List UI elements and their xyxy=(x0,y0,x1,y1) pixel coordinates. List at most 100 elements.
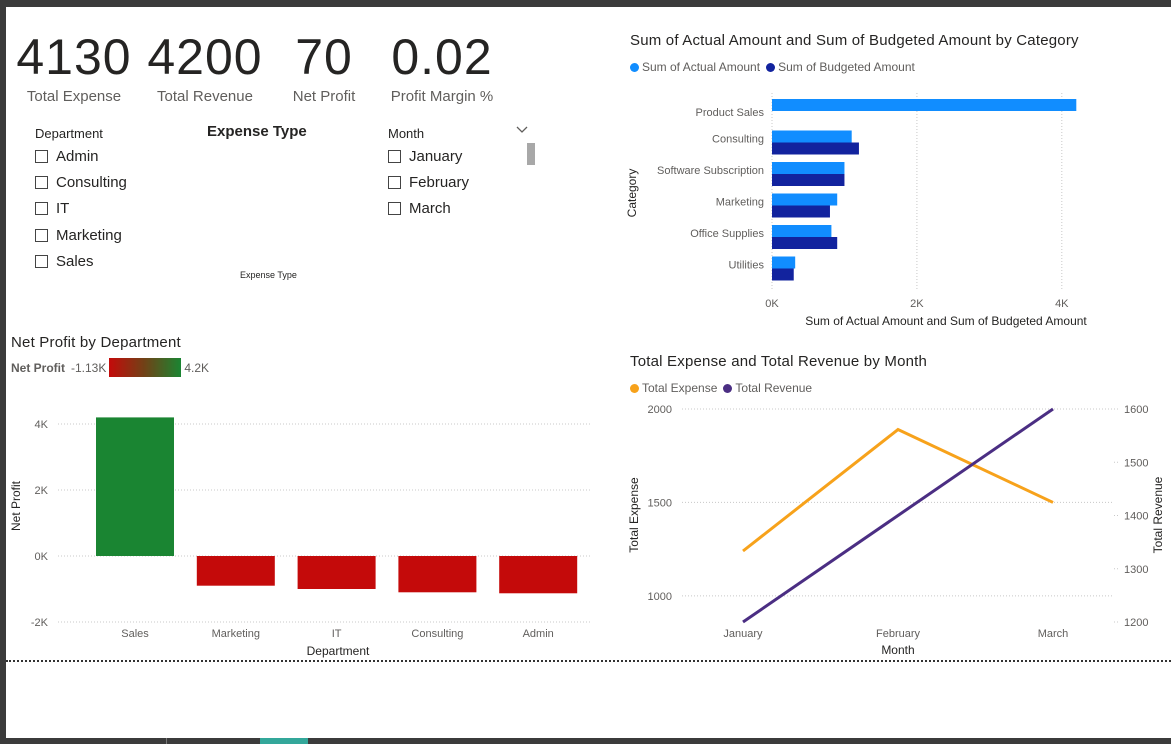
bar-net-profit xyxy=(499,556,578,594)
kpi-label: Profit Margin % xyxy=(390,88,494,105)
department-option-sales[interactable]: Sales xyxy=(35,253,94,270)
right-tick-label: 1600 xyxy=(1124,404,1148,416)
checkbox[interactable] xyxy=(35,255,48,268)
x-tick-label: 2K xyxy=(910,298,924,310)
legend-item-expense[interactable]: Total Expense xyxy=(630,381,717,395)
bar-budgeted xyxy=(772,268,794,281)
right-tick-label: 1200 xyxy=(1124,617,1148,629)
month-option-march[interactable]: March xyxy=(388,200,451,217)
bar-budgeted xyxy=(772,237,838,249)
kpi-total-expense[interactable]: 4130 Total Expense xyxy=(14,30,134,105)
kpi-value: 70 xyxy=(295,29,353,85)
month-label: March xyxy=(1038,628,1069,640)
department-label: Consulting xyxy=(411,628,463,640)
right-tick-label: 1300 xyxy=(1124,564,1148,576)
checkbox[interactable] xyxy=(35,176,48,189)
month-chart-xlabel: Month xyxy=(881,643,914,657)
month-line-chart: January February March 2000 1500 1000 1600 15… xyxy=(627,404,1165,657)
month-slicer-title: Month xyxy=(388,126,425,141)
window-bottom-border xyxy=(0,738,1171,744)
y-tick-label: 4K xyxy=(35,419,49,431)
bar-actual xyxy=(772,99,1077,111)
bar-net-profit xyxy=(96,417,174,556)
checkbox[interactable] xyxy=(35,150,48,163)
checkbox[interactable] xyxy=(388,176,401,189)
bar-actual xyxy=(772,130,852,143)
kpi-value: 4200 xyxy=(147,29,263,85)
expense-type-caption: Expense Type xyxy=(240,270,297,280)
option-label: January xyxy=(409,148,463,165)
department-option-admin[interactable]: Admin xyxy=(35,148,99,165)
checkbox[interactable] xyxy=(388,150,401,163)
kpi-profit-margin[interactable]: 0.02 Profit Margin % xyxy=(382,30,502,105)
kpi-label: Total Expense xyxy=(26,88,122,105)
x-tick-label: 4K xyxy=(1055,298,1069,310)
category-label: Office Supplies xyxy=(690,228,764,240)
category-chart-title: Sum of Actual Amount and Sum of Budgeted… xyxy=(630,32,1079,49)
bar-net-profit xyxy=(398,556,477,593)
checkbox[interactable] xyxy=(35,202,48,215)
gradient-legend-max: 4.2K xyxy=(184,360,210,375)
left-tick-label: 1500 xyxy=(648,497,672,509)
department-label: Sales xyxy=(121,628,149,640)
active-page-tab-indicator[interactable] xyxy=(260,738,308,744)
legend-label: Sum of Actual Amount xyxy=(642,60,761,74)
legend-item-revenue[interactable]: Total Revenue xyxy=(723,381,812,395)
y-tick-label: -2K xyxy=(31,617,49,629)
department-label: Marketing xyxy=(212,628,260,640)
kpi-value: 4130 xyxy=(16,29,132,85)
net-profit-bar-chart: Sales Marketing IT Consulting Admin 4K 2K 0K -2… xyxy=(9,417,590,658)
right-tick-label: 1500 xyxy=(1124,457,1148,469)
department-option-it[interactable]: IT xyxy=(35,200,69,217)
checkbox[interactable] xyxy=(388,202,401,215)
y-tick-label: 2K xyxy=(35,485,49,497)
option-label: Sales xyxy=(56,253,94,270)
month-option-february[interactable]: February xyxy=(388,174,469,191)
window-top-border xyxy=(0,0,1171,7)
legend-label: Total Revenue xyxy=(735,381,813,395)
month-chart-ylabel-left: Total Expense xyxy=(627,477,641,553)
tab-separator xyxy=(166,738,167,744)
bar-budgeted xyxy=(772,205,830,218)
x-tick-label: 0K xyxy=(765,298,779,310)
month-option-january[interactable]: January xyxy=(388,148,462,165)
left-tick-label: 1000 xyxy=(648,591,672,603)
gradient-bar xyxy=(109,358,182,377)
series-line-total-expense xyxy=(742,427,1054,553)
month-chart-ylabel-right: Total Revenue xyxy=(1151,476,1165,553)
legend-dot xyxy=(630,62,639,72)
option-label: Marketing xyxy=(56,227,122,244)
month-slicer-scrollbar[interactable] xyxy=(527,143,535,165)
bar-actual xyxy=(772,225,832,237)
bar-net-profit xyxy=(196,556,275,586)
department-option-consulting[interactable]: Consulting xyxy=(35,174,127,191)
option-label: March xyxy=(409,200,451,217)
department-slicer-title: Department xyxy=(35,126,103,141)
bar-budgeted xyxy=(772,174,845,186)
legend-dot xyxy=(630,383,639,393)
kpi-total-revenue[interactable]: 4200 Total Revenue xyxy=(145,30,265,105)
department-label: Admin xyxy=(523,628,554,640)
legend-dot xyxy=(723,383,733,393)
chevron-down-icon[interactable] xyxy=(516,126,528,134)
expense-type-slicer-title: Expense Type xyxy=(207,123,307,140)
bar-net-profit xyxy=(297,556,376,589)
month-label: February xyxy=(876,628,921,640)
profit-chart-xlabel: Department xyxy=(307,644,370,658)
category-bar-chart: Product Sales Consulting Software Subscrip… xyxy=(625,93,1087,328)
profit-gradient-legend: Net Profit -1.13K 4.2K xyxy=(11,358,209,377)
bar-actual xyxy=(772,256,796,269)
kpi-net-profit[interactable]: 70 Net Profit xyxy=(274,30,374,105)
category-chart-ylabel: Category xyxy=(625,169,639,218)
department-option-marketing[interactable]: Marketing xyxy=(35,227,122,244)
category-label: Consulting xyxy=(712,134,764,146)
department-label: IT xyxy=(332,628,342,640)
legend-dot xyxy=(766,62,776,72)
category-label: Utilities xyxy=(729,260,765,272)
bar-budgeted xyxy=(772,142,859,155)
legend-item-actual[interactable]: Sum of Actual Amount xyxy=(630,60,760,74)
checkbox[interactable] xyxy=(35,229,48,242)
legend-item-budgeted[interactable]: Sum of Budgeted Amount xyxy=(766,60,915,74)
category-label: Product Sales xyxy=(696,107,765,119)
legend-label: Total Expense xyxy=(642,381,718,395)
